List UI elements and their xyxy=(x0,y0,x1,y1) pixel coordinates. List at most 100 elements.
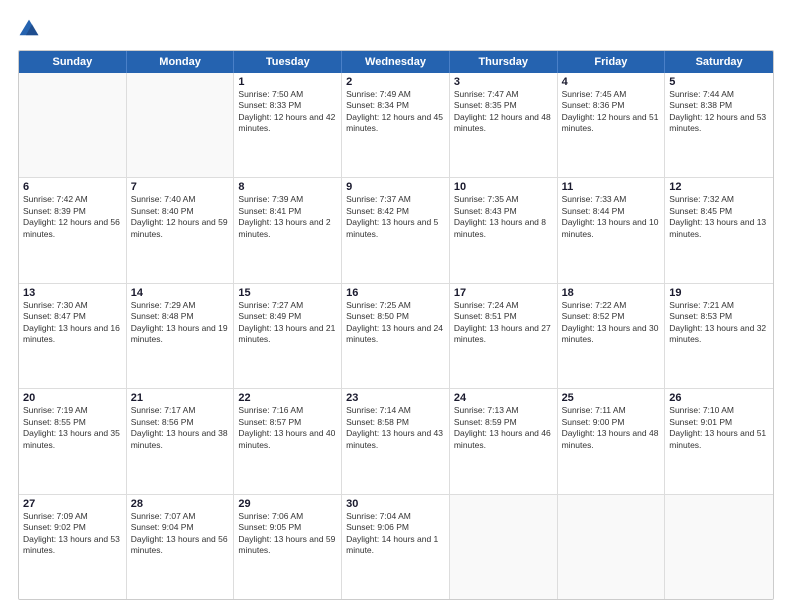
day-number: 1 xyxy=(238,76,337,88)
calendar-day-3: 3Sunrise: 7:47 AM Sunset: 8:35 PM Daylig… xyxy=(450,73,558,177)
day-number: 11 xyxy=(562,181,661,193)
day-details: Sunrise: 7:44 AM Sunset: 8:38 PM Dayligh… xyxy=(669,89,769,135)
day-number: 9 xyxy=(346,181,445,193)
calendar-day-2: 2Sunrise: 7:49 AM Sunset: 8:34 PM Daylig… xyxy=(342,73,450,177)
day-number: 14 xyxy=(131,287,230,299)
calendar-empty-cell xyxy=(665,495,773,599)
weekday-header: Wednesday xyxy=(342,51,450,73)
day-details: Sunrise: 7:33 AM Sunset: 8:44 PM Dayligh… xyxy=(562,194,661,240)
day-details: Sunrise: 7:45 AM Sunset: 8:36 PM Dayligh… xyxy=(562,89,661,135)
logo-icon xyxy=(18,18,40,40)
day-details: Sunrise: 7:09 AM Sunset: 9:02 PM Dayligh… xyxy=(23,511,122,557)
day-number: 2 xyxy=(346,76,445,88)
calendar-day-5: 5Sunrise: 7:44 AM Sunset: 8:38 PM Daylig… xyxy=(665,73,773,177)
calendar-empty-cell xyxy=(127,73,235,177)
day-number: 26 xyxy=(669,392,769,404)
calendar-body: 1Sunrise: 7:50 AM Sunset: 8:33 PM Daylig… xyxy=(19,73,773,599)
day-details: Sunrise: 7:35 AM Sunset: 8:43 PM Dayligh… xyxy=(454,194,553,240)
day-number: 13 xyxy=(23,287,122,299)
day-number: 21 xyxy=(131,392,230,404)
day-number: 28 xyxy=(131,498,230,510)
day-number: 30 xyxy=(346,498,445,510)
calendar-day-4: 4Sunrise: 7:45 AM Sunset: 8:36 PM Daylig… xyxy=(558,73,666,177)
calendar-day-7: 7Sunrise: 7:40 AM Sunset: 8:40 PM Daylig… xyxy=(127,178,235,282)
calendar-row: 27Sunrise: 7:09 AM Sunset: 9:02 PM Dayli… xyxy=(19,495,773,599)
weekday-header: Sunday xyxy=(19,51,127,73)
calendar-row: 20Sunrise: 7:19 AM Sunset: 8:55 PM Dayli… xyxy=(19,389,773,494)
day-details: Sunrise: 7:04 AM Sunset: 9:06 PM Dayligh… xyxy=(346,511,445,557)
calendar-day-12: 12Sunrise: 7:32 AM Sunset: 8:45 PM Dayli… xyxy=(665,178,773,282)
day-details: Sunrise: 7:22 AM Sunset: 8:52 PM Dayligh… xyxy=(562,300,661,346)
day-details: Sunrise: 7:21 AM Sunset: 8:53 PM Dayligh… xyxy=(669,300,769,346)
calendar-day-14: 14Sunrise: 7:29 AM Sunset: 8:48 PM Dayli… xyxy=(127,284,235,388)
day-number: 12 xyxy=(669,181,769,193)
day-details: Sunrise: 7:49 AM Sunset: 8:34 PM Dayligh… xyxy=(346,89,445,135)
day-number: 20 xyxy=(23,392,122,404)
day-number: 4 xyxy=(562,76,661,88)
day-number: 7 xyxy=(131,181,230,193)
day-number: 17 xyxy=(454,287,553,299)
day-details: Sunrise: 7:30 AM Sunset: 8:47 PM Dayligh… xyxy=(23,300,122,346)
calendar-day-21: 21Sunrise: 7:17 AM Sunset: 8:56 PM Dayli… xyxy=(127,389,235,493)
calendar-day-25: 25Sunrise: 7:11 AM Sunset: 9:00 PM Dayli… xyxy=(558,389,666,493)
calendar-day-29: 29Sunrise: 7:06 AM Sunset: 9:05 PM Dayli… xyxy=(234,495,342,599)
day-details: Sunrise: 7:37 AM Sunset: 8:42 PM Dayligh… xyxy=(346,194,445,240)
calendar-day-15: 15Sunrise: 7:27 AM Sunset: 8:49 PM Dayli… xyxy=(234,284,342,388)
day-details: Sunrise: 7:10 AM Sunset: 9:01 PM Dayligh… xyxy=(669,405,769,451)
day-details: Sunrise: 7:13 AM Sunset: 8:59 PM Dayligh… xyxy=(454,405,553,451)
calendar-day-1: 1Sunrise: 7:50 AM Sunset: 8:33 PM Daylig… xyxy=(234,73,342,177)
day-number: 6 xyxy=(23,181,122,193)
day-details: Sunrise: 7:39 AM Sunset: 8:41 PM Dayligh… xyxy=(238,194,337,240)
day-details: Sunrise: 7:27 AM Sunset: 8:49 PM Dayligh… xyxy=(238,300,337,346)
calendar-day-18: 18Sunrise: 7:22 AM Sunset: 8:52 PM Dayli… xyxy=(558,284,666,388)
weekday-header: Thursday xyxy=(450,51,558,73)
calendar-day-24: 24Sunrise: 7:13 AM Sunset: 8:59 PM Dayli… xyxy=(450,389,558,493)
day-details: Sunrise: 7:16 AM Sunset: 8:57 PM Dayligh… xyxy=(238,405,337,451)
calendar-day-30: 30Sunrise: 7:04 AM Sunset: 9:06 PM Dayli… xyxy=(342,495,450,599)
day-details: Sunrise: 7:14 AM Sunset: 8:58 PM Dayligh… xyxy=(346,405,445,451)
day-number: 16 xyxy=(346,287,445,299)
day-number: 23 xyxy=(346,392,445,404)
weekday-header: Friday xyxy=(558,51,666,73)
calendar-day-9: 9Sunrise: 7:37 AM Sunset: 8:42 PM Daylig… xyxy=(342,178,450,282)
day-details: Sunrise: 7:07 AM Sunset: 9:04 PM Dayligh… xyxy=(131,511,230,557)
weekday-header: Saturday xyxy=(665,51,773,73)
calendar-day-11: 11Sunrise: 7:33 AM Sunset: 8:44 PM Dayli… xyxy=(558,178,666,282)
day-details: Sunrise: 7:29 AM Sunset: 8:48 PM Dayligh… xyxy=(131,300,230,346)
calendar-day-8: 8Sunrise: 7:39 AM Sunset: 8:41 PM Daylig… xyxy=(234,178,342,282)
day-number: 3 xyxy=(454,76,553,88)
weekday-header: Tuesday xyxy=(234,51,342,73)
day-number: 27 xyxy=(23,498,122,510)
calendar-day-17: 17Sunrise: 7:24 AM Sunset: 8:51 PM Dayli… xyxy=(450,284,558,388)
day-number: 5 xyxy=(669,76,769,88)
day-details: Sunrise: 7:40 AM Sunset: 8:40 PM Dayligh… xyxy=(131,194,230,240)
calendar-day-16: 16Sunrise: 7:25 AM Sunset: 8:50 PM Dayli… xyxy=(342,284,450,388)
day-number: 15 xyxy=(238,287,337,299)
day-number: 24 xyxy=(454,392,553,404)
logo xyxy=(18,18,44,40)
calendar: SundayMondayTuesdayWednesdayThursdayFrid… xyxy=(18,50,774,600)
calendar-empty-cell xyxy=(450,495,558,599)
day-details: Sunrise: 7:47 AM Sunset: 8:35 PM Dayligh… xyxy=(454,89,553,135)
calendar-day-28: 28Sunrise: 7:07 AM Sunset: 9:04 PM Dayli… xyxy=(127,495,235,599)
page-header xyxy=(18,18,774,40)
calendar-day-10: 10Sunrise: 7:35 AM Sunset: 8:43 PM Dayli… xyxy=(450,178,558,282)
weekday-header: Monday xyxy=(127,51,235,73)
calendar-day-27: 27Sunrise: 7:09 AM Sunset: 9:02 PM Dayli… xyxy=(19,495,127,599)
calendar-day-22: 22Sunrise: 7:16 AM Sunset: 8:57 PM Dayli… xyxy=(234,389,342,493)
calendar-row: 1Sunrise: 7:50 AM Sunset: 8:33 PM Daylig… xyxy=(19,73,773,178)
day-details: Sunrise: 7:50 AM Sunset: 8:33 PM Dayligh… xyxy=(238,89,337,135)
day-number: 22 xyxy=(238,392,337,404)
calendar-day-20: 20Sunrise: 7:19 AM Sunset: 8:55 PM Dayli… xyxy=(19,389,127,493)
day-details: Sunrise: 7:19 AM Sunset: 8:55 PM Dayligh… xyxy=(23,405,122,451)
day-number: 19 xyxy=(669,287,769,299)
calendar-empty-cell xyxy=(558,495,666,599)
day-number: 25 xyxy=(562,392,661,404)
day-number: 10 xyxy=(454,181,553,193)
day-number: 29 xyxy=(238,498,337,510)
calendar-empty-cell xyxy=(19,73,127,177)
calendar-day-13: 13Sunrise: 7:30 AM Sunset: 8:47 PM Dayli… xyxy=(19,284,127,388)
day-details: Sunrise: 7:42 AM Sunset: 8:39 PM Dayligh… xyxy=(23,194,122,240)
day-details: Sunrise: 7:32 AM Sunset: 8:45 PM Dayligh… xyxy=(669,194,769,240)
calendar-day-6: 6Sunrise: 7:42 AM Sunset: 8:39 PM Daylig… xyxy=(19,178,127,282)
